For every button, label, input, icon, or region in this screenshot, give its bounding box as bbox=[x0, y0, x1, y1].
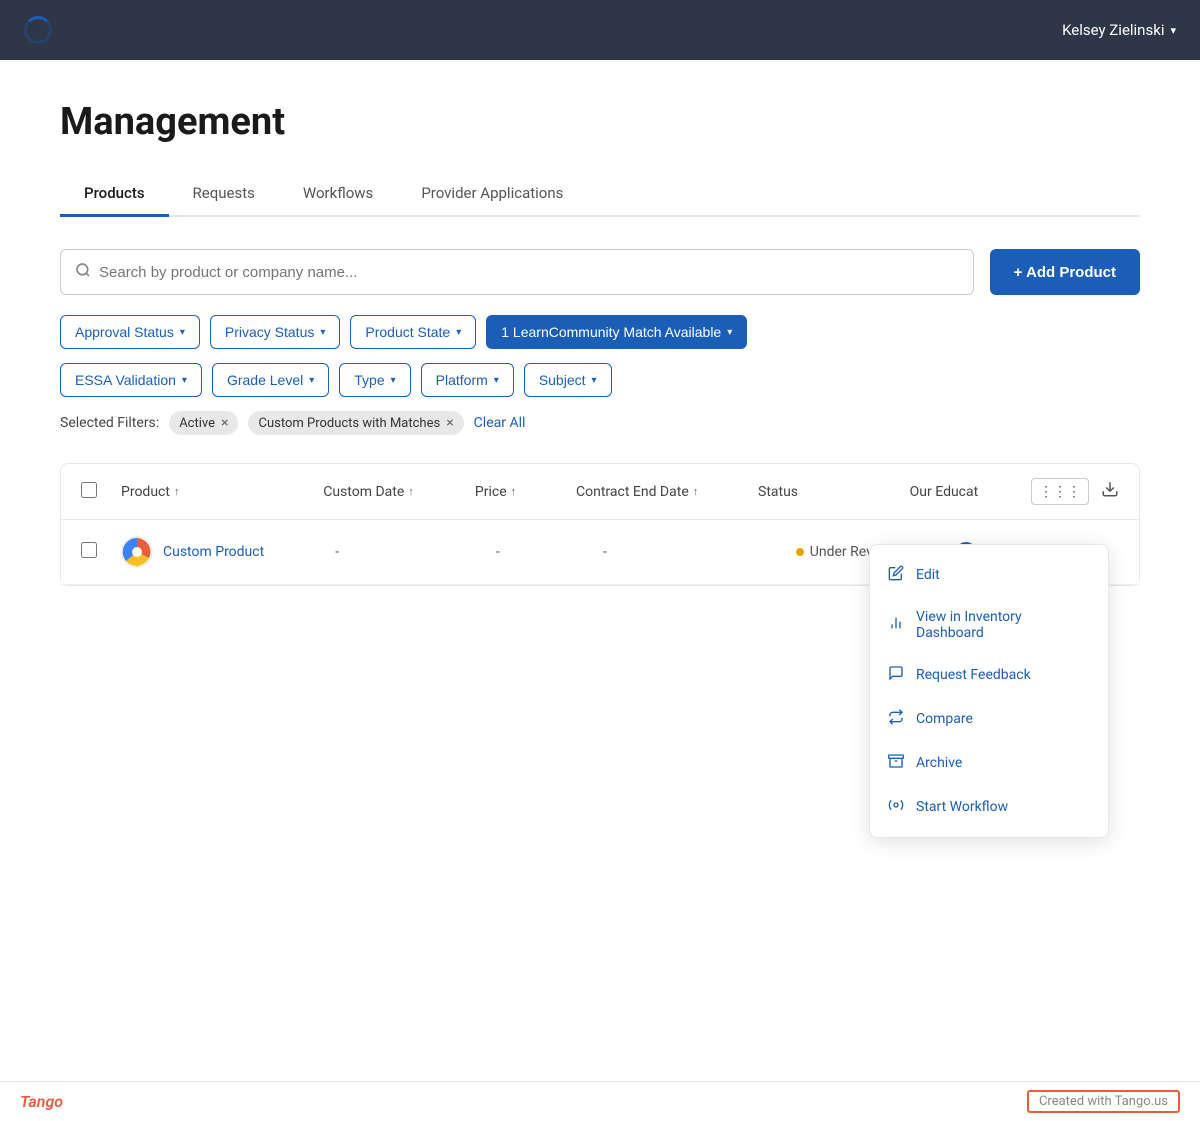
filter-tag-active: Active × bbox=[169, 411, 238, 435]
context-menu-request-feedback[interactable]: Request Feedback bbox=[870, 653, 1108, 697]
footer: Tango Created with Tango.us bbox=[0, 1081, 1200, 1121]
tab-bar: Products Requests Workflows Provider App… bbox=[60, 172, 1140, 217]
column-header-custom-date[interactable]: Custom Date ↑ bbox=[323, 484, 475, 500]
remove-custom-products-filter[interactable]: × bbox=[446, 415, 453, 431]
filter-tag-custom-products: Custom Products with Matches × bbox=[248, 411, 463, 435]
context-menu-start-workflow[interactable]: Start Workflow bbox=[870, 785, 1108, 829]
chevron-down-icon: ▾ bbox=[456, 327, 461, 338]
remove-active-filter[interactable]: × bbox=[221, 415, 228, 431]
tab-workflows[interactable]: Workflows bbox=[279, 172, 397, 217]
column-header-contract-end-date[interactable]: Contract End Date ↑ bbox=[576, 484, 758, 500]
feedback-icon bbox=[888, 665, 904, 685]
compare-icon bbox=[888, 709, 904, 729]
context-menu-compare[interactable]: Compare bbox=[870, 697, 1108, 741]
main-content: Management Products Requests Workflows P… bbox=[0, 60, 1200, 1121]
page-title: Management bbox=[60, 100, 1140, 144]
row-checkbox[interactable] bbox=[81, 542, 121, 562]
column-header-price[interactable]: Price ↑ bbox=[475, 484, 576, 500]
tab-requests[interactable]: Requests bbox=[169, 172, 279, 217]
selected-filters-row: Selected Filters: Active × Custom Produc… bbox=[60, 411, 1140, 435]
column-header-product[interactable]: Product ↑ bbox=[121, 484, 323, 500]
search-row: + Add Product bbox=[60, 249, 1140, 295]
tab-provider-applications[interactable]: Provider Applications bbox=[397, 172, 587, 217]
chevron-down-icon: ▾ bbox=[391, 375, 396, 386]
user-menu[interactable]: Kelsey Zielinski ▾ bbox=[1062, 21, 1176, 39]
table-column-actions: ⋮⋮⋮ bbox=[1031, 478, 1119, 505]
row-select-checkbox[interactable] bbox=[81, 542, 97, 558]
download-button[interactable] bbox=[1101, 480, 1119, 503]
status-dot-icon bbox=[796, 548, 804, 556]
sort-arrow-icon: ↑ bbox=[511, 485, 517, 498]
header-checkbox[interactable] bbox=[81, 482, 121, 502]
search-input[interactable] bbox=[99, 264, 959, 281]
svg-text:★: ★ bbox=[135, 562, 140, 568]
product-icon: ★ bbox=[121, 536, 153, 568]
table-header: Product ↑ Custom Date ↑ Price ↑ Contract… bbox=[61, 464, 1139, 520]
tango-brand: Tango bbox=[20, 1092, 63, 1111]
select-all-checkbox[interactable] bbox=[81, 482, 97, 498]
products-table: Product ↑ Custom Date ↑ Price ↑ Contract… bbox=[60, 463, 1140, 586]
chevron-down-icon: ▾ bbox=[1170, 24, 1176, 37]
sort-arrow-icon: ↑ bbox=[408, 485, 414, 498]
add-product-button[interactable]: + Add Product bbox=[990, 249, 1140, 295]
chevron-down-icon: ▾ bbox=[309, 375, 314, 386]
context-menu-view-inventory[interactable]: View in Inventory Dashboard bbox=[870, 597, 1108, 653]
tab-products[interactable]: Products bbox=[60, 172, 169, 217]
inventory-icon bbox=[888, 615, 904, 635]
filter-type[interactable]: Type ▾ bbox=[339, 363, 410, 397]
product-name-link[interactable]: Custom Product bbox=[163, 544, 264, 560]
filter-essa-validation[interactable]: ESSA Validation ▾ bbox=[60, 363, 202, 397]
column-header-status: Status bbox=[758, 484, 910, 500]
workflow-icon bbox=[888, 797, 904, 817]
context-menu: Edit View in Inventory Dashboard Request… bbox=[869, 544, 1109, 838]
tango-credit: Created with Tango.us bbox=[1027, 1090, 1180, 1113]
contract-end-date-cell: - bbox=[603, 544, 796, 560]
sort-arrow-icon: ↑ bbox=[174, 485, 180, 498]
filter-platform[interactable]: Platform ▾ bbox=[421, 363, 514, 397]
context-menu-archive[interactable]: Archive bbox=[870, 741, 1108, 785]
product-cell: ★ Custom Product bbox=[121, 536, 335, 568]
nav-spinner-icon bbox=[24, 16, 52, 44]
chevron-down-icon: ▾ bbox=[592, 375, 597, 386]
selected-filters-label: Selected Filters: bbox=[60, 415, 159, 431]
sort-arrow-icon: ↑ bbox=[693, 485, 699, 498]
filter-learn-community[interactable]: 1 LearnCommunity Match Available ▾ bbox=[486, 315, 747, 349]
archive-icon bbox=[888, 753, 904, 773]
filter-product-state[interactable]: Product State ▾ bbox=[350, 315, 476, 349]
chevron-down-icon: ▾ bbox=[180, 327, 185, 338]
chevron-down-icon: ▾ bbox=[182, 375, 187, 386]
edit-icon bbox=[888, 565, 904, 585]
chevron-down-icon: ▾ bbox=[727, 327, 732, 338]
search-box bbox=[60, 249, 974, 295]
filter-privacy-status[interactable]: Privacy Status ▾ bbox=[210, 315, 341, 349]
custom-date-cell: - bbox=[335, 544, 496, 560]
chevron-down-icon: ▾ bbox=[494, 375, 499, 386]
context-menu-edit[interactable]: Edit bbox=[870, 553, 1108, 597]
filter-grade-level[interactable]: Grade Level ▾ bbox=[212, 363, 329, 397]
user-name: Kelsey Zielinski bbox=[1062, 21, 1164, 39]
filter-approval-status[interactable]: Approval Status ▾ bbox=[60, 315, 200, 349]
price-cell: - bbox=[496, 544, 603, 560]
filter-row: Approval Status ▾ Privacy Status ▾ Produ… bbox=[60, 315, 1140, 349]
filter-subject[interactable]: Subject ▾ bbox=[524, 363, 612, 397]
chevron-down-icon: ▾ bbox=[320, 327, 325, 338]
top-navigation: Kelsey Zielinski ▾ bbox=[0, 0, 1200, 60]
columns-toggle-button[interactable]: ⋮⋮⋮ bbox=[1031, 478, 1089, 505]
filter-row-2: ESSA Validation ▾ Grade Level ▾ Type ▾ P… bbox=[60, 363, 1140, 397]
clear-all-filters[interactable]: Clear All bbox=[474, 415, 526, 431]
search-icon bbox=[75, 262, 91, 282]
column-header-our-educat: Our Educat bbox=[910, 484, 1031, 500]
